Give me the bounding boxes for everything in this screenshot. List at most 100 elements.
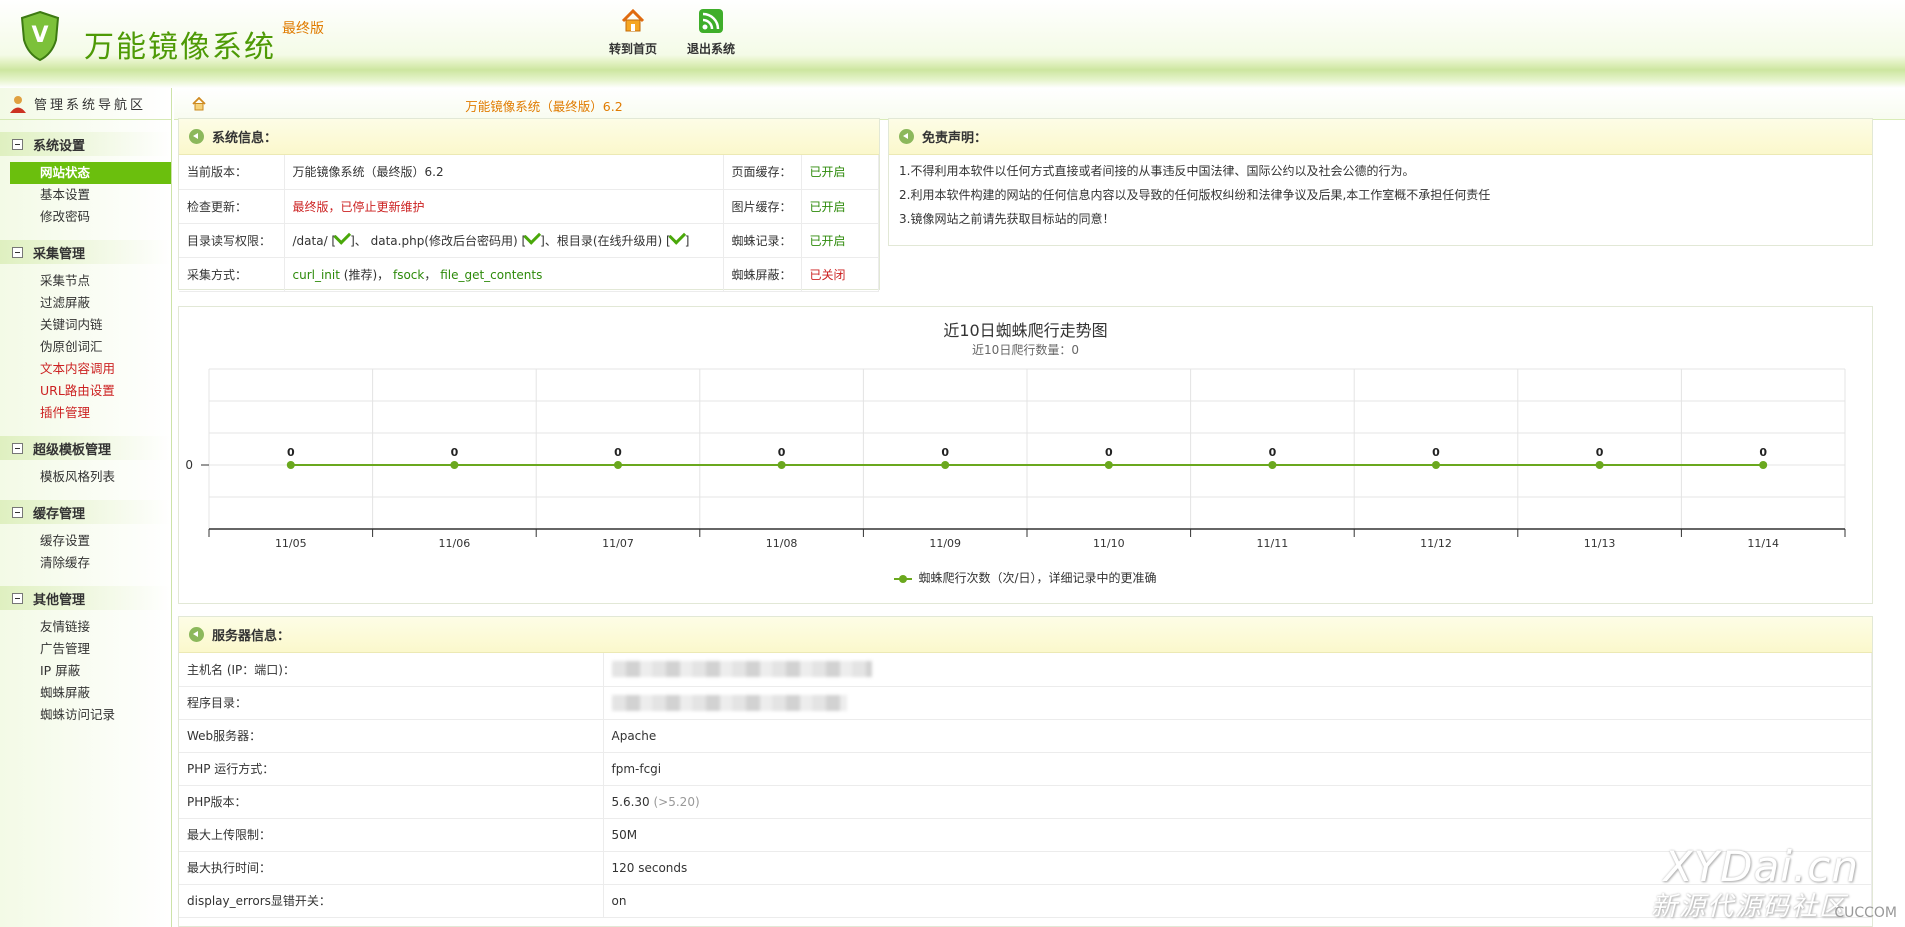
table-row: 程序目录： <box>179 686 1872 720</box>
redacted-value <box>611 661 872 678</box>
data-point <box>1759 461 1768 469</box>
table-row: 最大上传限制： 50M <box>179 818 1872 852</box>
nav-item-ip-block[interactable]: IP 屏蔽 <box>0 660 171 682</box>
arrow-circle-icon <box>189 129 204 144</box>
nav-item-site-status[interactable]: 网站状态 <box>10 162 171 184</box>
arrow-circle-icon <box>899 129 914 144</box>
x-tick-label: 11/13 <box>1584 537 1616 550</box>
row-label: 蜘蛛记录： <box>723 223 802 258</box>
logout-button[interactable]: 退出系统 <box>676 8 746 57</box>
nav-item-keyword-links[interactable]: 关键词内链 <box>0 314 171 336</box>
nav-group-title-system[interactable]: 系统设置 <box>0 132 171 156</box>
x-tick-label: 11/08 <box>766 537 798 550</box>
disclaimer-line: 1.不得利用本软件以任何方式直接或者间接的从事违反中国法律、国际公约以及社会公德… <box>899 164 1415 178</box>
nav-item-cache-settings[interactable]: 缓存设置 <box>0 530 171 552</box>
x-tick-label: 11/12 <box>1420 537 1452 550</box>
nav-item-plugins[interactable]: 插件管理 <box>0 402 171 424</box>
row-label: 程序目录： <box>179 686 604 720</box>
x-tick-label: 11/07 <box>602 537 634 550</box>
method-curl: curl_init <box>292 267 340 282</box>
nav-group-title-other[interactable]: 其他管理 <box>0 586 171 610</box>
table-row: 采集方式： curl_init (推荐)， fsock， file_get_co… <box>179 257 879 292</box>
collapse-icon <box>12 138 23 150</box>
sidebar-header: 管理系统导航区 <box>0 88 171 120</box>
php-version-note: (>5.20) <box>653 794 700 809</box>
rss-icon <box>699 9 723 33</box>
data-point <box>1432 461 1440 469</box>
row-label: 采集方式： <box>179 257 285 292</box>
server-info-title: 服务器信息： <box>212 629 291 644</box>
sidebar: 管理系统导航区 系统设置 网站状态 基本设置 修改密码 采集管理 采集节点 过滤… <box>0 88 172 927</box>
goto-home-button[interactable]: 转到首页 <box>598 8 668 57</box>
breadcrumb: 万能镜像系统（最终版）6.2 <box>174 88 1905 120</box>
watermark-site: XYDai.cn <box>1663 842 1859 891</box>
x-tick-label: 11/06 <box>439 537 471 550</box>
arrow-circle-icon <box>189 627 204 642</box>
nav-group-title-template[interactable]: 超级模板管理 <box>0 436 171 460</box>
x-tick-label: 11/11 <box>1257 537 1289 550</box>
x-tick-label: 11/05 <box>275 537 307 550</box>
data-label: 0 <box>287 446 295 459</box>
nav-group-title-cache[interactable]: 缓存管理 <box>0 500 171 524</box>
goto-home-label: 转到首页 <box>608 42 657 56</box>
row-value <box>603 653 1872 687</box>
y-tick-label: 0 <box>185 458 193 472</box>
legend-label: 蜘蛛爬行次数（次/日），详细记录中的更准确 <box>918 571 1157 585</box>
table-row: 检查更新： 最终版，已停止更新维护 图片缓存： 已开启 <box>179 189 879 224</box>
nav-item-url-routing[interactable]: URL路由设置 <box>0 380 171 402</box>
data-label: 0 <box>941 446 949 459</box>
nav-group-other: 其他管理 友情链接 广告管理 IP 屏蔽 蜘蛛屏蔽 蜘蛛访问记录 <box>0 586 171 726</box>
collapse-icon <box>12 442 23 454</box>
data-label: 0 <box>1432 446 1440 459</box>
row-status: 已开启 <box>801 155 879 190</box>
nav-item-ads[interactable]: 广告管理 <box>0 638 171 660</box>
table-row: PHP版本： 5.6.30 (>5.20) <box>179 785 1872 819</box>
collect-methods: curl_init (推荐)， fsock， file_get_contents <box>284 257 724 292</box>
x-tick-label: 11/14 <box>1747 537 1779 550</box>
collapse-icon <box>12 592 23 604</box>
dir-datafile-label: data.php(修改后台密码用) [ <box>366 233 527 248</box>
app-header: V 万能镜像系统 最终版 转到首页 退出系统 <box>0 0 1905 88</box>
row-value: 5.6.30 (>5.20) <box>603 785 1872 819</box>
nav-item-spider-log[interactable]: 蜘蛛访问记录 <box>0 704 171 726</box>
home-icon <box>621 8 645 32</box>
row-label: 目录读写权限： <box>179 223 285 258</box>
nav-item-change-password[interactable]: 修改密码 <box>0 206 171 228</box>
data-point <box>450 461 459 469</box>
spider-chart-panel: 近10日蜘蛛爬行走势图 近10日爬行数量：0 0 11/05 11/06 11/07 1… <box>178 306 1873 604</box>
row-value <box>603 686 1872 720</box>
table-row: Web服务器： Apache <box>179 719 1872 753</box>
method-file-get-contents: file_get_contents <box>440 267 543 282</box>
data-label: 0 <box>1759 446 1767 459</box>
admin-user-icon <box>10 95 26 113</box>
nav-group-title-collect[interactable]: 采集管理 <box>0 240 171 264</box>
disclaimer-title: 免责声明： <box>922 131 988 146</box>
nav-group-template: 超级模板管理 模板风格列表 <box>0 436 171 488</box>
nav-item-filter-block[interactable]: 过滤屏蔽 <box>0 292 171 314</box>
nav-item-collect-nodes[interactable]: 采集节点 <box>0 270 171 292</box>
disclaimer-line: 3.镜像网站之前请先获取目标站的同意！ <box>899 212 1115 226</box>
data-label: 0 <box>451 446 459 459</box>
nav-item-template-list[interactable]: 模板风格列表 <box>0 466 171 488</box>
app-title: 万能镜像系统 <box>84 30 276 65</box>
nav-item-friend-links[interactable]: 友情链接 <box>0 616 171 638</box>
nav-item-basic-settings[interactable]: 基本设置 <box>0 184 171 206</box>
row-value: 最终版，已停止更新维护 <box>284 189 724 224</box>
data-label: 0 <box>778 446 786 459</box>
check-icon <box>333 226 352 245</box>
dir-root-label: 根目录(在线升级用) [ <box>556 233 671 248</box>
svg-text:V: V <box>31 23 48 48</box>
main-content: 万能镜像系统（最终版）6.2 系统信息： 当前版本： 万能镜像系统（最终版）6.… <box>174 88 1905 927</box>
row-label: display_errors显错开关： <box>179 884 604 918</box>
nav-item-spider-block[interactable]: 蜘蛛屏蔽 <box>0 682 171 704</box>
method-separator: ， <box>424 267 437 282</box>
spider-chart: 0 11/05 11/06 11/07 11/08 11/09 11/10 11/11 11/1… <box>185 368 1846 550</box>
row-label: 页面缓存： <box>723 155 802 190</box>
nav-item-text-content[interactable]: 文本内容调用 <box>0 358 171 380</box>
row-label: 最大上传限制： <box>179 818 604 852</box>
nav-group-system: 系统设置 网站状态 基本设置 修改密码 <box>0 132 171 228</box>
nav-item-pseudo-words[interactable]: 伪原创词汇 <box>0 336 171 358</box>
nav-item-clear-cache[interactable]: 清除缓存 <box>0 552 171 574</box>
dir-datafile-close: ]、 <box>540 233 557 248</box>
chart-legend[interactable]: 蜘蛛爬行次数（次/日），详细记录中的更准确 <box>179 569 1872 586</box>
